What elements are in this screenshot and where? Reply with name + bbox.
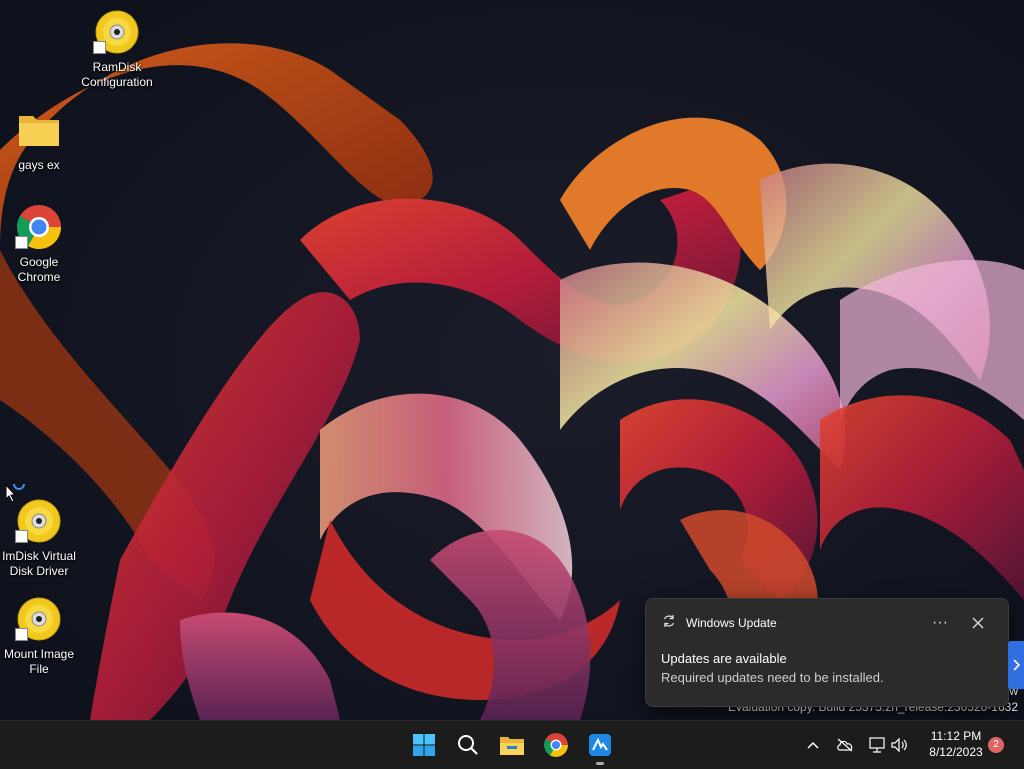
toast-title: Updates are available — [661, 651, 787, 666]
chrome-icon — [15, 203, 63, 251]
notification-count-badge[interactable]: 2 — [988, 737, 1004, 753]
desktop-icon-google-chrome[interactable]: Google Chrome — [0, 203, 78, 285]
start-button[interactable] — [404, 725, 444, 765]
desktop-icon-label: RamDisk Configuration — [81, 60, 153, 89]
desktop[interactable]: RamDisk Configuration gays ex Google Chr… — [0, 0, 1024, 720]
toast-body: Required updates need to be installed. — [661, 670, 884, 685]
clock-time: 11:12 PM — [930, 729, 982, 743]
desktop-icon-ramdisk-configuration[interactable]: RamDisk Configuration — [78, 8, 156, 90]
desktop-icon-label: Google Chrome — [17, 255, 61, 284]
desktop-icon-label: gays ex — [18, 158, 60, 172]
toast-more-button[interactable]: ··· — [928, 611, 952, 635]
quick-assist-icon — [589, 734, 611, 756]
notification-toast[interactable]: Windows Update ··· Updates are available… — [645, 598, 1009, 707]
desktop-icon-label: Mount Image File — [3, 647, 75, 676]
cd-disc-icon — [93, 8, 141, 56]
chevron-up-icon — [807, 741, 819, 749]
toast-app-name: Windows Update — [686, 616, 777, 630]
shortcut-arrow-icon — [15, 530, 28, 543]
onedrive-offline-button[interactable] — [834, 733, 856, 757]
desktop-icon-mount-image-file[interactable]: Mount Image File — [0, 595, 78, 677]
cloud-offline-icon — [837, 738, 853, 752]
network-button[interactable] — [866, 733, 888, 757]
chrome-icon — [544, 733, 568, 757]
taskbar: 11:12 PM 8/12/2023 2 — [0, 720, 1024, 769]
windows-logo-icon — [413, 734, 435, 756]
folder-icon — [500, 737, 524, 755]
search-button[interactable] — [448, 725, 488, 765]
shortcut-arrow-icon — [15, 236, 28, 249]
close-icon[interactable] — [966, 611, 990, 635]
sync-icon — [662, 614, 676, 633]
quick-assist-button[interactable] — [580, 725, 620, 765]
desktop-icon-gays-ex[interactable]: gays ex — [0, 106, 78, 173]
desktop-icon-label: ImDisk Virtual Disk Driver — [2, 549, 76, 578]
shortcut-arrow-icon — [15, 628, 28, 641]
show-hidden-icons-button[interactable] — [802, 733, 824, 757]
volume-icon — [891, 737, 907, 753]
file-explorer-button[interactable] — [492, 725, 532, 765]
busy-cursor-icon — [5, 478, 29, 513]
clock-button[interactable]: 11:12 PM 8/12/2023 — [918, 728, 994, 760]
volume-button[interactable] — [888, 733, 910, 757]
toast-header: Windows Update ··· — [662, 613, 996, 633]
shortcut-arrow-icon — [93, 41, 106, 54]
search-icon — [458, 735, 478, 755]
chrome-taskbar-button[interactable] — [536, 725, 576, 765]
network-wired-icon — [869, 737, 885, 753]
clock-date: 8/12/2023 — [929, 745, 983, 759]
cd-disc-icon — [15, 595, 63, 643]
folder-icon — [15, 106, 63, 154]
chevron-right-icon[interactable] — [1008, 641, 1024, 689]
